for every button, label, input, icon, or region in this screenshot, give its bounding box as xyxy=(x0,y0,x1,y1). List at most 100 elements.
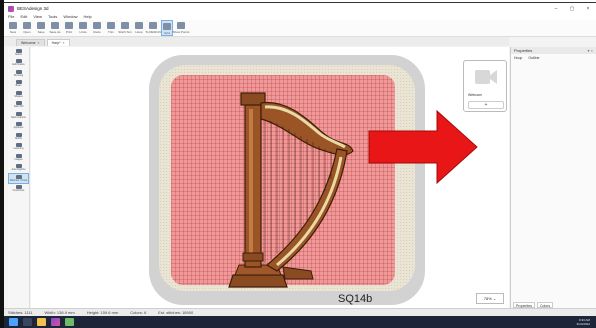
clock[interactable]: 9:33 AM 6/10/2022 xyxy=(577,318,590,326)
close-icon[interactable]: × xyxy=(38,41,40,45)
add-button[interactable]: + xyxy=(468,101,504,109)
tool-lettering[interactable]: Lettering xyxy=(8,142,29,153)
tool-auto-digitize[interactable]: Auto Digitize xyxy=(8,163,29,174)
ribbon-label: Save As xyxy=(49,30,61,34)
close-icon[interactable]: × xyxy=(63,41,65,45)
ribbon-label: Save xyxy=(37,30,45,34)
tool-shapes[interactable]: Shapes xyxy=(8,89,29,100)
ribbon-label: To DESIGN xyxy=(145,30,161,34)
tool-bean[interactable]: Bean xyxy=(8,79,29,90)
properties-title: Properties xyxy=(514,48,533,53)
ribbon-new-button[interactable]: New xyxy=(7,20,19,34)
tool-label: Auto Digitize xyxy=(11,168,26,172)
status-stitches: Stitches: 1111 xyxy=(8,310,33,315)
trim-icon xyxy=(107,22,115,29)
ribbon-save-as-button[interactable]: Save As xyxy=(49,20,61,34)
zoom-dropdown[interactable]: 78% ⌄ xyxy=(476,293,504,304)
ribbon-print-button[interactable]: Print xyxy=(63,20,75,34)
ribbon-redo-button[interactable]: Redo xyxy=(91,20,103,34)
ribbon-grid-button[interactable]: Grid xyxy=(161,20,173,36)
ribbon-label: Trim xyxy=(108,30,114,34)
search-icon[interactable] xyxy=(23,318,32,326)
ribbon-label: Stitch Sim xyxy=(118,30,132,34)
menu-file[interactable]: File xyxy=(8,14,14,19)
ribbon-stitch-sim-button[interactable]: Stitch Sim xyxy=(118,20,132,34)
tab-welcome[interactable]: Welcome × xyxy=(16,39,45,46)
ribbon-label: Open xyxy=(23,30,31,34)
tool-label: Applique xyxy=(13,126,24,130)
tool-select[interactable]: Select xyxy=(8,47,29,58)
red-arrow-annotation xyxy=(368,109,478,185)
print-icon xyxy=(65,22,73,29)
tool-motifs[interactable]: Motifs xyxy=(8,131,29,142)
tool-label: Machine / Hoop xyxy=(9,178,28,182)
menu-view[interactable]: View xyxy=(33,14,42,19)
tab-harp[interactable]: Harp* × xyxy=(46,39,70,46)
webcam-preview-card[interactable]: Webcam + xyxy=(463,60,507,112)
design-name-label: SQ14b xyxy=(338,293,373,305)
ribbon-label: Hoop xyxy=(135,30,143,34)
design-canvas[interactable]: SQ14b 78% ⌄ xyxy=(31,47,509,309)
ribbon-hoop-button[interactable]: Hoop xyxy=(133,20,145,34)
ribbon-undo-button[interactable]: Undo xyxy=(77,20,89,34)
tool-machine-hoop[interactable]: Machine / Hoop xyxy=(8,173,29,184)
new-file-icon xyxy=(9,22,17,29)
tool-label: Select xyxy=(15,52,22,56)
tool-label: Customize xyxy=(12,189,25,193)
menu-tools[interactable]: Tools xyxy=(48,14,57,19)
save-as-icon xyxy=(51,22,59,29)
tool-customize[interactable]: Customize xyxy=(8,184,29,195)
design-icon xyxy=(149,22,157,29)
tool-satin-fill[interactable]: Satin Fill xyxy=(8,100,29,111)
undo-icon xyxy=(79,22,87,29)
property-hoop[interactable]: Hoop xyxy=(514,56,522,60)
ribbon-show-points-button[interactable]: Show Points xyxy=(172,20,190,34)
tool-label: Bean xyxy=(15,84,22,88)
close-button[interactable]: × xyxy=(580,6,596,12)
folder-icon[interactable] xyxy=(37,318,46,326)
ribbon-save-button[interactable]: Save xyxy=(35,20,47,34)
menu-bar: File Edit View Tools Window Help xyxy=(4,13,596,20)
grid-icon xyxy=(163,23,171,30)
tool-satin-column[interactable]: Satin Column xyxy=(8,110,29,121)
harp-design-image[interactable] xyxy=(227,89,357,289)
property-outline[interactable]: Outline xyxy=(528,56,539,60)
start-icon[interactable] xyxy=(9,318,18,326)
video-camera-icon xyxy=(475,70,497,84)
tool-label: Running xyxy=(13,73,24,77)
menu-help[interactable]: Help xyxy=(84,14,92,19)
document-tabs: Welcome × Harp* × xyxy=(4,37,509,46)
toolbox-panel: Select Edit Nodes Running Bean Shapes Sa… xyxy=(8,47,30,309)
app-logo-icon xyxy=(8,5,14,12)
ribbon-label: Show Points xyxy=(172,30,190,34)
status-height: Height: 159.6 mm xyxy=(86,310,119,315)
status-colors: Colors: 6 xyxy=(130,310,147,315)
tool-running[interactable]: Running xyxy=(8,68,29,79)
os-taskbar: 9:33 AM 6/10/2022 xyxy=(4,316,596,328)
clock-date: 6/10/2022 xyxy=(576,322,590,326)
tool-label: Lettering xyxy=(13,147,24,151)
menu-window[interactable]: Window xyxy=(63,14,77,19)
tool-label: Edit Nodes xyxy=(12,63,25,67)
ribbon-open-button[interactable]: Open xyxy=(21,20,33,34)
ribbon-to-design-button[interactable]: To DESIGN xyxy=(145,20,161,34)
window-title: BESAdesign 3d xyxy=(17,6,49,11)
tab-label: Welcome xyxy=(21,41,36,45)
tool-label: Satin Column xyxy=(10,115,26,119)
app-taskbar-icon[interactable] xyxy=(51,318,60,326)
panel-controls[interactable]: ▾ × xyxy=(588,48,593,53)
status-bar: Stitches: 1111 Width: 138.9 mm Height: 1… xyxy=(4,308,596,316)
ribbon-label: Grid xyxy=(164,31,170,35)
ribbon-trim-button[interactable]: Trim xyxy=(105,20,117,34)
paint-icon[interactable] xyxy=(65,318,74,326)
tool-label: Motifs xyxy=(15,136,22,140)
maximize-button[interactable]: ▢ xyxy=(564,6,580,12)
tool-edit-nodes[interactable]: Edit Nodes xyxy=(8,58,29,69)
tool-applique[interactable]: Applique xyxy=(8,121,29,132)
menu-edit[interactable]: Edit xyxy=(20,14,27,19)
open-icon xyxy=(23,22,31,29)
minimize-button[interactable]: – xyxy=(548,6,564,12)
ribbon-label: Redo xyxy=(93,30,101,34)
tab-label: Harp* xyxy=(51,41,61,45)
tool-images[interactable]: Images xyxy=(8,152,29,163)
